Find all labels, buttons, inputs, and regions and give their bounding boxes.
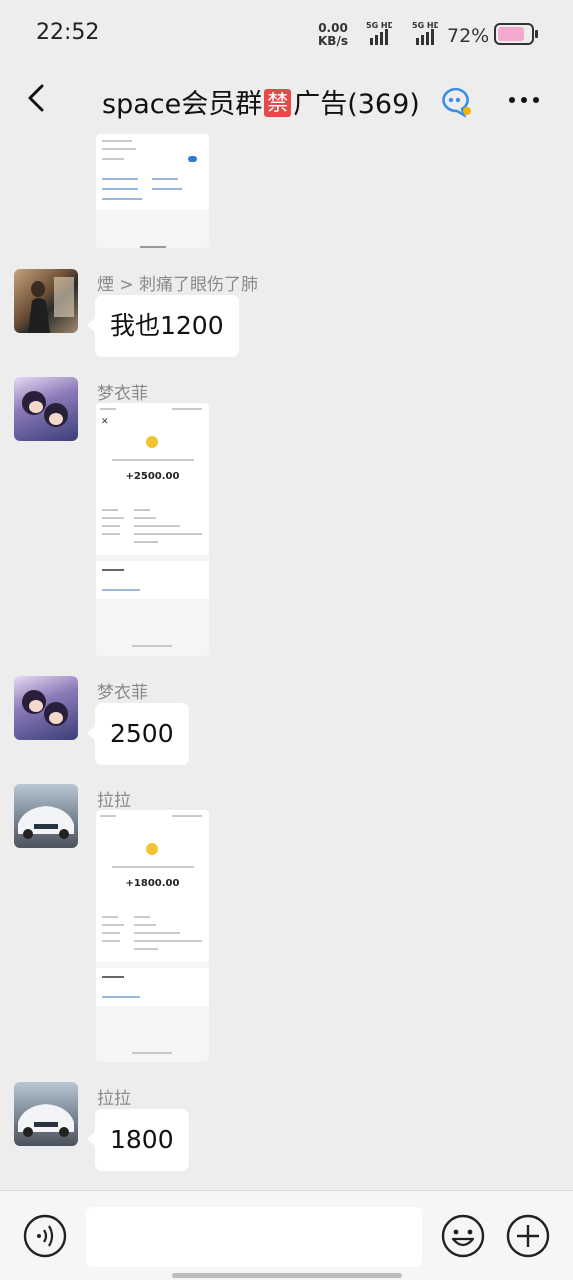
sender-name: 梦衣菲: [97, 384, 148, 404]
emoji-icon[interactable]: [440, 1213, 486, 1259]
chat-header: space会员群禁广告(369): [0, 66, 573, 134]
chat-title-prefix: space会员群: [102, 89, 263, 120]
input-bar: [0, 1190, 573, 1280]
message-input[interactable]: [86, 1207, 422, 1267]
sender-name: 拉拉: [97, 1089, 131, 1109]
signal-icon: 5G HD: [412, 21, 438, 45]
more-dots-icon[interactable]: [504, 82, 544, 118]
close-icon: ✕: [101, 417, 109, 427]
signal-icon: 5G HD: [366, 21, 392, 45]
battery-percent: 72%: [447, 25, 490, 47]
text-message[interactable]: 2500: [87, 703, 189, 765]
image-message[interactable]: [96, 134, 209, 248]
svg-text:5G HD: 5G HD: [366, 21, 392, 30]
ban-badge: 禁: [264, 89, 292, 117]
sender-name: 拉拉: [97, 791, 131, 811]
network-speed: 0.00 KB/s: [318, 22, 348, 48]
home-indicator[interactable]: [172, 1273, 402, 1278]
sender-name: 煙 > 刺痛了眼伤了肺: [97, 275, 259, 295]
text-message[interactable]: 1800: [87, 1109, 189, 1171]
avatar[interactable]: [14, 784, 78, 848]
voice-icon[interactable]: [22, 1213, 68, 1259]
chevron-left-icon[interactable]: [20, 80, 56, 116]
status-time: 22:52: [36, 20, 100, 45]
plus-icon[interactable]: [505, 1213, 551, 1259]
chat-title: space会员群禁广告(369): [102, 82, 420, 121]
chat-title-suffix: 广告(369): [293, 89, 420, 120]
payment-amount: +1800.00: [125, 878, 180, 889]
image-message[interactable]: +1800.00: [96, 810, 209, 1062]
group-chat-icon[interactable]: [438, 84, 474, 120]
avatar[interactable]: [14, 1082, 78, 1146]
svg-text:5G HD: 5G HD: [412, 21, 438, 30]
avatar[interactable]: [14, 377, 78, 441]
image-message[interactable]: ✕ +2500.00: [96, 403, 209, 656]
text-message[interactable]: 我也1200: [87, 295, 239, 357]
avatar[interactable]: [14, 269, 78, 333]
battery-icon: [494, 23, 538, 45]
status-bar: 22:52 0.00 KB/s 5G HD 5G HD 72%: [0, 0, 573, 66]
avatar[interactable]: [14, 676, 78, 740]
sender-name: 梦衣菲: [97, 683, 148, 703]
payment-amount: +2500.00: [125, 471, 180, 482]
network-speed-unit: KB/s: [318, 34, 348, 48]
